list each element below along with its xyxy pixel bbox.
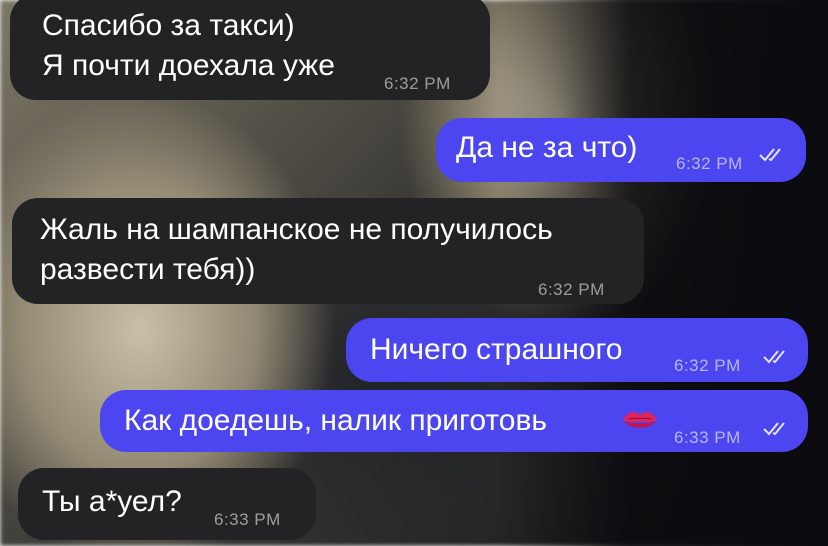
message-bubble-incoming[interactable]: Спасибо за такси) Я почти доехала уже 6:… xyxy=(10,0,490,100)
message-bubble-incoming[interactable]: Ты а*уел? 6:33 PM xyxy=(18,468,316,540)
message-text: Да не за что) xyxy=(456,131,638,164)
message-text: Спасибо за такси) xyxy=(42,9,295,42)
message-bubble-outgoing[interactable]: Как доедешь, налик приготовь 6:33 PM xyxy=(100,390,808,452)
message-text: Ты а*уел? xyxy=(42,485,182,518)
message-text: развести тебя)) xyxy=(40,253,256,286)
message-bubble-incoming[interactable]: Жаль на шампанское не получилось развест… xyxy=(12,198,644,304)
message-bubble-outgoing[interactable]: Ничего страшного 6:32 PM xyxy=(346,318,808,382)
kiss-mark-icon xyxy=(623,412,657,428)
message-text: Ничего страшного xyxy=(370,333,623,366)
read-checkmarks-icon xyxy=(763,422,785,436)
read-checkmarks-icon xyxy=(759,148,781,162)
message-text: Как доедешь, налик приготовь xyxy=(124,404,548,437)
message-text: Жаль на шампанское не получилось xyxy=(40,213,553,246)
message-timestamp: 6:32 PM xyxy=(384,74,451,93)
message-bubble-outgoing[interactable]: Да не за что) 6:32 PM xyxy=(436,118,806,182)
message-timestamp: 6:32 PM xyxy=(676,154,743,173)
message-timestamp: 6:33 PM xyxy=(214,510,281,529)
message-timestamp: 6:32 PM xyxy=(674,356,741,375)
message-timestamp: 6:32 PM xyxy=(538,280,605,299)
read-checkmarks-icon xyxy=(763,350,785,364)
message-text: Я почти доехала уже xyxy=(42,49,335,82)
message-timestamp: 6:33 PM xyxy=(674,428,741,447)
